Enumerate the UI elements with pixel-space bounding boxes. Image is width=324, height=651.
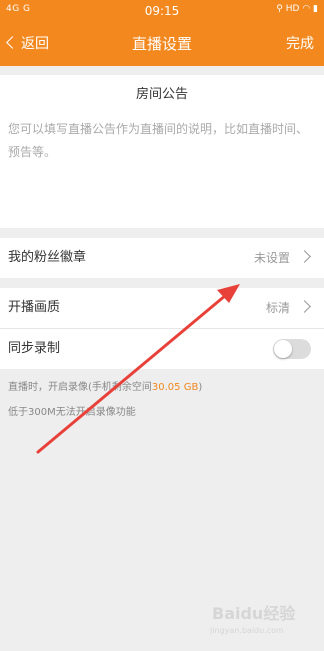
baidu-watermark: Baidu经验	[212, 604, 296, 623]
annotation-arrow	[36, 284, 240, 454]
baidu-watermark-url: jingyan.baidu.com	[210, 626, 284, 635]
